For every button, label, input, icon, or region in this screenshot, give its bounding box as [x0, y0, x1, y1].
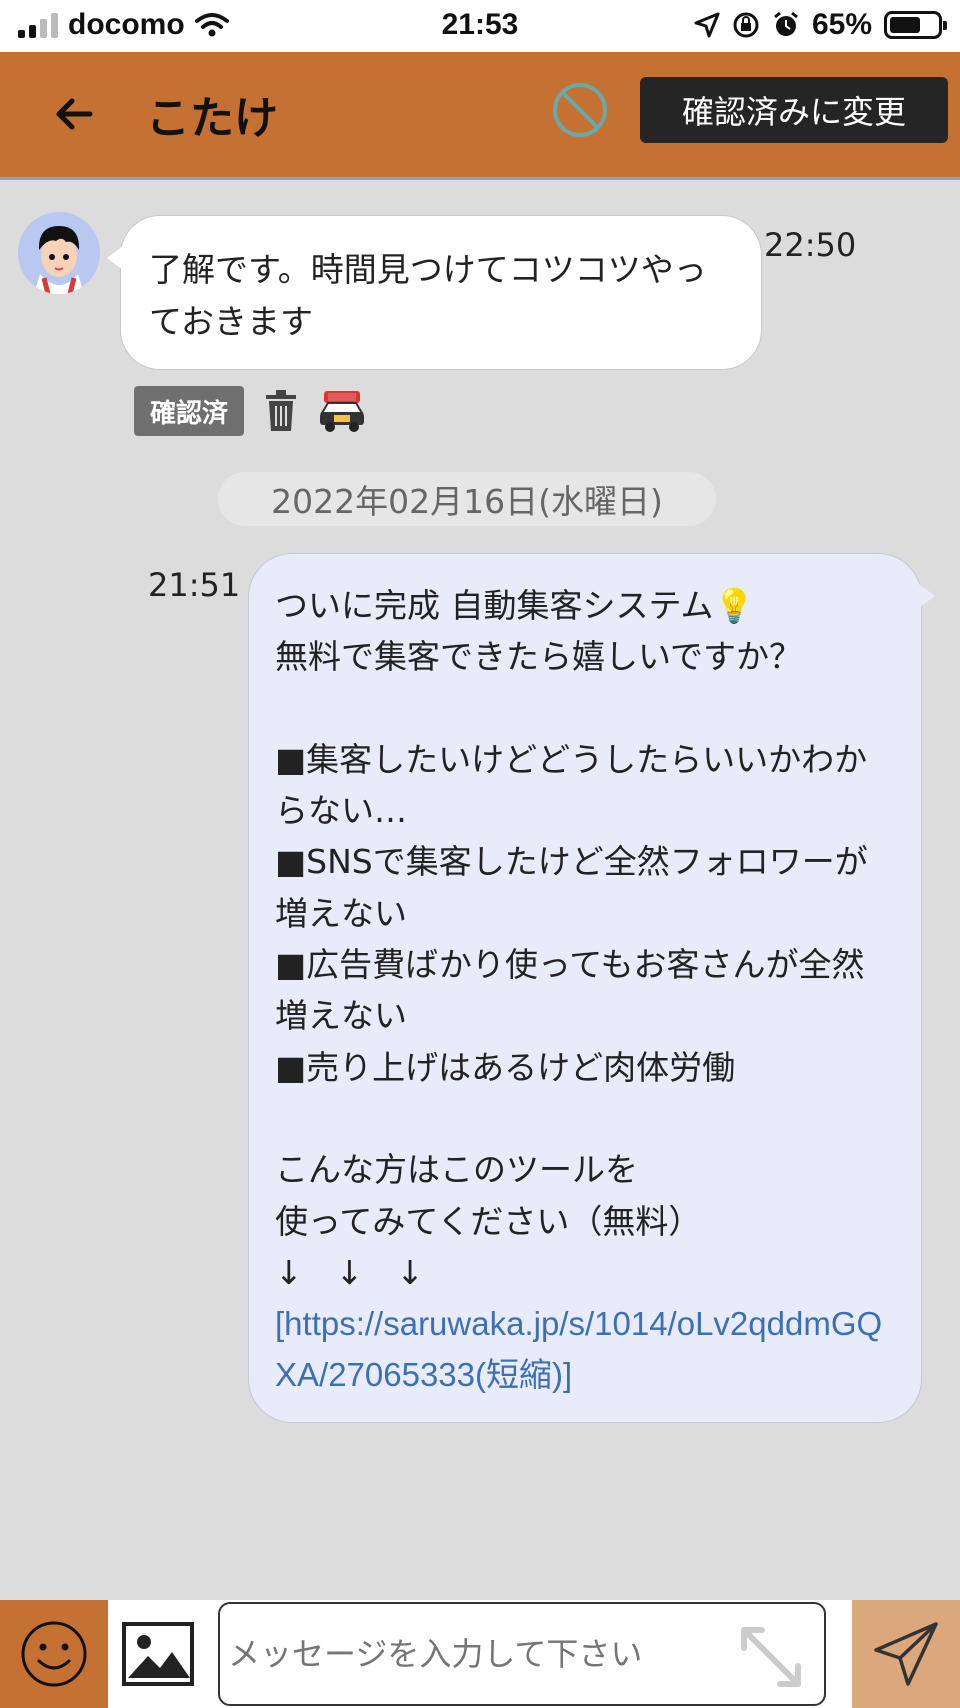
back-arrow-icon[interactable] [50, 90, 98, 138]
battery-icon [884, 11, 947, 39]
send-icon [874, 1622, 938, 1686]
emoji-button[interactable] [0, 1600, 108, 1708]
incoming-message-bubble: 了解です。時間見つけてコツコツやっておきます [107, 215, 762, 370]
mark-confirmed-button[interactable]: 確認済みに変更 [640, 77, 948, 143]
block-icon[interactable] [550, 80, 610, 140]
battery-percent: 65% [811, 8, 872, 41]
expand-icon[interactable] [738, 1624, 804, 1690]
location-icon [694, 12, 720, 38]
image-icon[interactable] [122, 1622, 194, 1686]
chat-header: こたけ 確認済みに変更 [0, 52, 960, 180]
send-button[interactable] [852, 1600, 960, 1708]
outgoing-message-bubble: ついに完成 自動集客システム💡 無料で集客できたら嬉しいですか？ ■集客したいけ… [248, 553, 935, 1423]
outgoing-message-time: 21:51 [148, 566, 241, 604]
incoming-message-time: 22:50 [764, 226, 857, 264]
incoming-message-text: 了解です。時間見つけてコツコツやっておきます [149, 250, 707, 341]
status-bar: docomo 21:53 65% [0, 0, 960, 52]
message-actions: 確認済 [134, 386, 366, 436]
alarm-icon [774, 11, 798, 36]
trash-icon[interactable] [264, 389, 298, 433]
message-input[interactable] [218, 1602, 826, 1706]
status-right: 65% [694, 8, 947, 42]
smiley-icon [21, 1621, 87, 1687]
message-link[interactable]: [https://saruwaka.jp/s/1014/oLv2qddmGQXA… [275, 1305, 882, 1393]
date-separator: 2022年02月16日(水曜日) [218, 472, 716, 526]
contact-name: こたけ [146, 93, 278, 144]
report-police-icon[interactable] [318, 389, 366, 433]
message-input-bar [0, 1600, 960, 1708]
rotation-lock-icon [733, 12, 759, 38]
confirmed-badge[interactable]: 確認済 [134, 386, 245, 436]
avatar-face-icon [18, 212, 100, 294]
avatar[interactable] [18, 212, 100, 294]
outgoing-message-text: ついに完成 自動集客システム💡 無料で集客できたら嬉しいですか？ ■集客したいけ… [275, 586, 868, 1292]
